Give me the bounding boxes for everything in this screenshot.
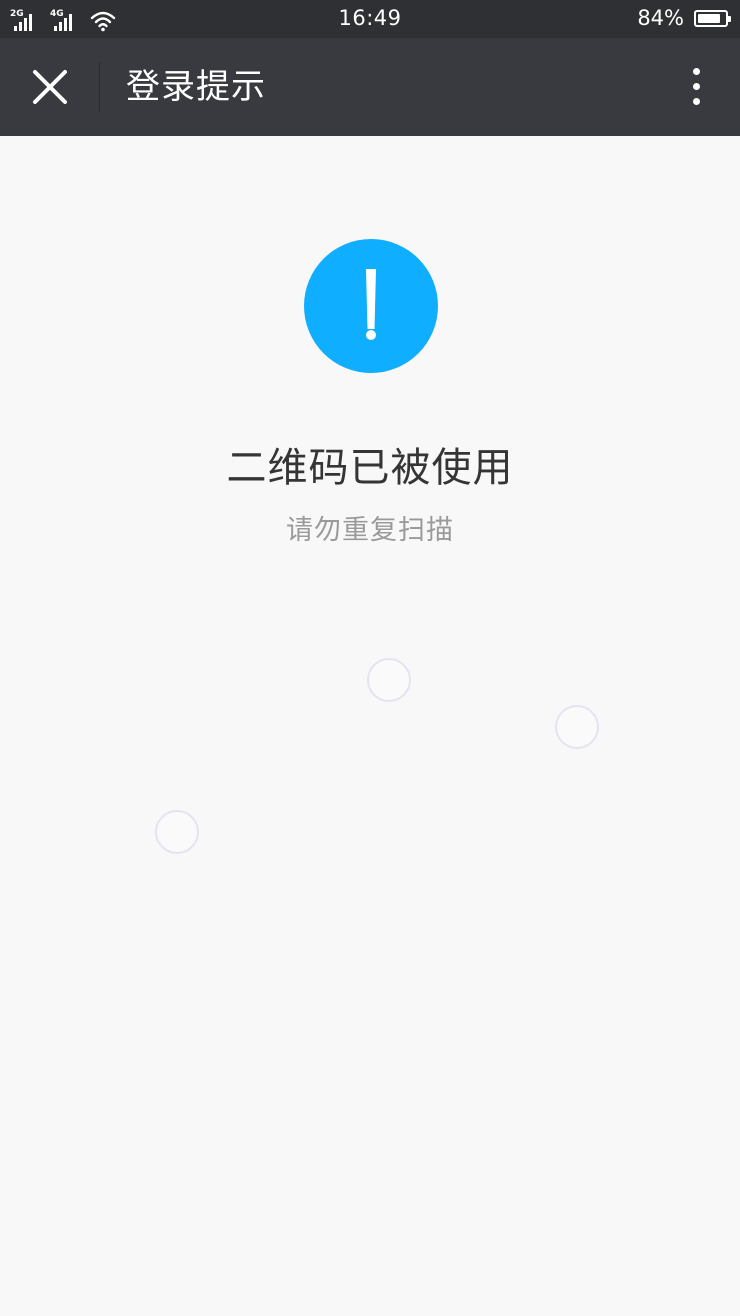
more-vertical-icon — [693, 68, 700, 75]
message-title: 二维码已被使用 — [226, 445, 514, 491]
title-bar: 登录提示 — [0, 38, 740, 136]
decorative-bubble — [367, 658, 411, 702]
warning-exclamation-icon — [304, 239, 438, 373]
toolbar-divider — [99, 62, 100, 112]
status-bar: 2G 4G 16:49 84% — [0, 0, 740, 38]
battery-percent: 84% — [637, 6, 684, 30]
close-button[interactable] — [20, 57, 80, 117]
close-icon — [33, 70, 67, 104]
battery-status: 84% — [637, 6, 731, 30]
decorative-bubble — [155, 810, 199, 854]
message-subtitle: 请勿重复扫描 — [286, 515, 454, 546]
more-options-button[interactable] — [684, 63, 710, 111]
decorative-bubble — [555, 705, 599, 749]
login-prompt-screen: 2G 4G 16:49 84% 登录提示 二维码已被使用 请勿重复扫描 — [0, 0, 740, 1316]
battery-icon — [694, 9, 731, 27]
status-time: 16:49 — [338, 6, 402, 30]
page-title: 登录提示 — [126, 67, 266, 107]
